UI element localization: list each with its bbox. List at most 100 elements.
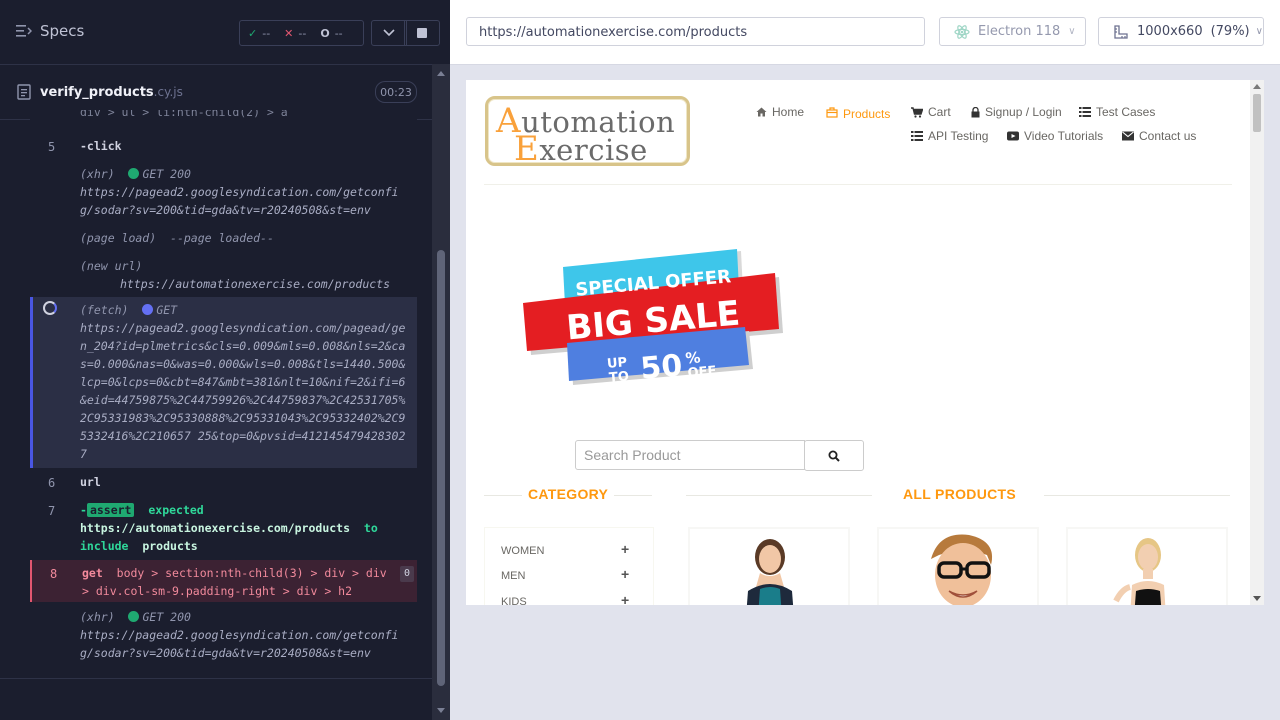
pending-spinner-icon: O <box>320 26 330 40</box>
product-card[interactable] <box>688 527 850 605</box>
cart-icon <box>911 106 923 118</box>
product-image-woman <box>746 539 794 605</box>
search-icon <box>828 450 840 462</box>
command-name: get <box>82 566 103 580</box>
command-number: 7 <box>48 504 56 518</box>
product-card[interactable] <box>1066 527 1228 605</box>
nav-test-cases[interactable]: Test Cases <box>1079 105 1155 119</box>
spec-file-name: verify_products.cy.js <box>40 85 183 100</box>
viewport-selector[interactable]: 1000x660 (79%) ∨ <box>1098 17 1264 46</box>
spec-duration: 00:23 <box>375 81 417 103</box>
electron-icon <box>954 24 970 39</box>
command-method: GET 200 <box>142 167 191 181</box>
stop-button[interactable] <box>404 20 440 46</box>
scroll-up-icon[interactable] <box>1253 84 1261 89</box>
command-name: url <box>80 475 101 489</box>
plus-icon[interactable]: + <box>621 541 629 557</box>
logo-line-2: Exercise <box>514 129 648 169</box>
plus-icon[interactable]: + <box>621 592 629 605</box>
nav-video-tutorials[interactable]: Video Tutorials <box>1007 129 1103 143</box>
category-men[interactable]: MEN <box>501 570 525 582</box>
header-divider <box>484 184 1232 185</box>
command-row-assert[interactable]: 7 - assert expected https://automationexe… <box>30 500 417 558</box>
scroll-down-icon[interactable] <box>437 708 445 713</box>
command-row-fetch-pending[interactable]: (fetch) GET https://pagead2.googlesyndic… <box>30 297 417 468</box>
specs-menu-icon <box>16 25 32 37</box>
site-logo[interactable]: Automation Exercise <box>485 96 690 169</box>
command-url: https://pagead2.googlesyndication.com/pa… <box>80 321 406 461</box>
home-icon <box>756 107 767 117</box>
aut-url-bar[interactable]: https://automationexercise.com/products <box>466 17 925 46</box>
plus-icon[interactable]: + <box>621 566 629 582</box>
search-product-input[interactable]: Search Product <box>575 440 805 470</box>
banner-off: OFF <box>687 364 717 381</box>
command-method: GET 200 <box>142 610 191 624</box>
ruler-icon <box>1114 24 1128 39</box>
command-row-click[interactable]: 5 -click <box>30 136 417 158</box>
nav-contact-us[interactable]: Contact us <box>1122 129 1196 143</box>
command-log-scrollbar[interactable] <box>432 64 450 720</box>
failed-count: -- <box>298 26 307 40</box>
assert-value: https://automationexercise.com/products <box>80 521 351 535</box>
element-count-badge: 0 <box>400 566 414 582</box>
chevron-down-icon: ∨ <box>1255 26 1263 37</box>
spec-file-basename: verify_products <box>40 85 154 100</box>
nav-label: Home <box>772 105 805 119</box>
assert-expected: expected <box>148 503 204 517</box>
command-row-get-failed[interactable]: 8 get body > section:nth-child(3) > div … <box>30 560 417 602</box>
status-dot-icon <box>128 168 140 179</box>
list-icon <box>911 131 923 141</box>
envelope-icon <box>1122 131 1134 141</box>
cross-icon: ✕ <box>284 26 294 40</box>
nav-label: Video Tutorials <box>1024 129 1104 143</box>
sale-banner[interactable]: SPECIAL OFFER BIG SALE UP TO 50 % OFF <box>521 245 801 385</box>
products-title-line-right <box>1044 495 1230 496</box>
command-row-xhr[interactable]: (xhr) GET 200 https://pagead2.googlesynd… <box>30 165 417 223</box>
preview-toolbar: https://automationexercise.com/products … <box>450 0 1280 65</box>
nav-cart[interactable]: Cart <box>911 105 951 119</box>
scroll-down-icon[interactable] <box>1253 596 1261 601</box>
scroll-thumb[interactable] <box>437 250 445 686</box>
command-selector: body > section:nth-child(3) > div > div … <box>82 566 387 598</box>
nav-products[interactable]: Products <box>826 103 890 121</box>
command-kind: (xhr) <box>80 610 115 624</box>
command-kind: (fetch) <box>80 303 129 317</box>
command-row-page-load[interactable]: (page load) --page loaded-- <box>30 229 417 251</box>
aut-scrollbar[interactable] <box>1250 80 1264 605</box>
specs-toggle[interactable]: Specs <box>16 22 84 40</box>
app-preview: https://automationexercise.com/products … <box>450 0 1280 720</box>
command-message: --page loaded-- <box>170 231 274 245</box>
command-row-xhr[interactable]: (xhr) GET 200 https://pagead2.googlesynd… <box>30 608 417 666</box>
banner-to: TO <box>608 369 629 385</box>
scroll-up-icon[interactable] <box>437 71 445 76</box>
category-kids[interactable]: KIDS <box>501 596 527 605</box>
nav-signup-login[interactable]: Signup / Login <box>971 105 1062 119</box>
nav-label: Cart <box>928 105 951 119</box>
products-icon <box>826 106 838 118</box>
chevron-down-icon: ∨ <box>1068 26 1076 37</box>
list-icon <box>1079 107 1091 117</box>
aut-scroll-thumb[interactable] <box>1253 94 1261 132</box>
product-card[interactable] <box>877 527 1039 605</box>
browser-selector[interactable]: Electron 118 ∨ <box>939 17 1086 46</box>
category-women[interactable]: WOMEN <box>501 545 544 557</box>
search-button[interactable] <box>804 440 864 471</box>
command-row-new-url[interactable]: (new url) https://automationexercise.com… <box>30 257 417 297</box>
loading-spinner-icon <box>43 301 57 315</box>
chevron-down-icon <box>383 29 395 37</box>
nav-home[interactable]: Home <box>756 105 804 119</box>
products-title-line-left <box>686 495 872 496</box>
command-row[interactable]: div > ul > li:nth-child(2) > a <box>30 110 417 126</box>
test-options-dropdown[interactable] <box>371 20 407 46</box>
category-title: CATEGORY <box>528 486 609 502</box>
nav-api-testing[interactable]: API Testing <box>911 129 988 143</box>
nav-label: Signup / Login <box>985 105 1062 119</box>
status-dot-icon <box>142 304 154 315</box>
browser-name: Electron 118 <box>978 24 1061 39</box>
command-row-url[interactable]: 6 url <box>30 472 417 494</box>
specs-header: Specs ✓ -- ✕ -- O -- <box>0 0 440 65</box>
check-icon: ✓ <box>248 26 258 40</box>
product-image-woman-2 <box>1113 538 1166 605</box>
nav-label: Contact us <box>1139 129 1197 143</box>
assert-to: to <box>363 521 378 535</box>
